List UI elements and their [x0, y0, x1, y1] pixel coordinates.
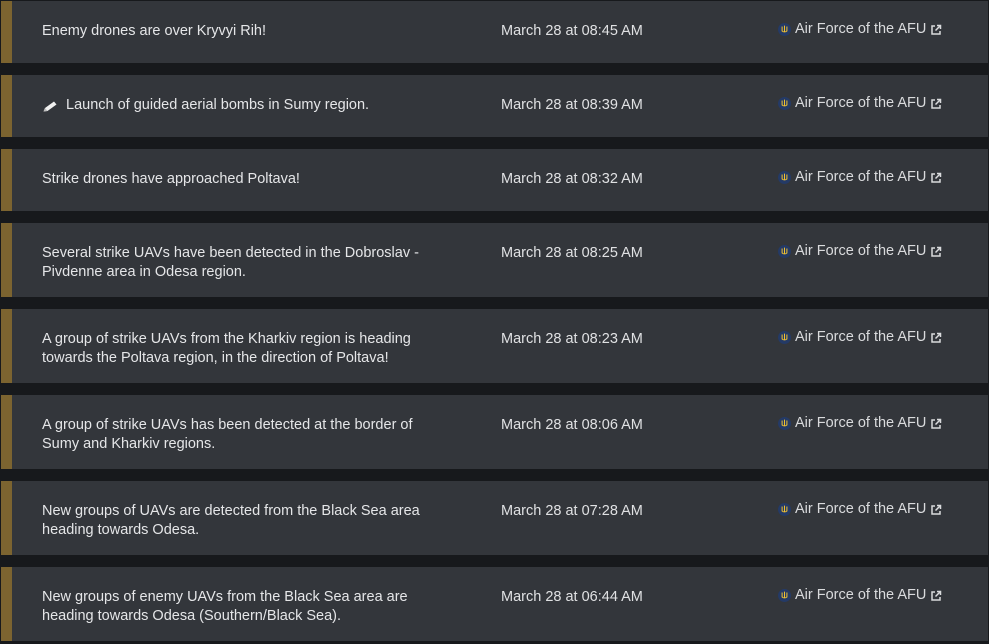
- external-link-icon: [931, 590, 942, 601]
- external-link-icon: [931, 98, 942, 109]
- alert-card: Several strike UAVs have been detected i…: [1, 223, 988, 297]
- alert-message: New groups of UAVs are detected from the…: [42, 502, 442, 540]
- source-label: Air Force of the AFU: [795, 329, 927, 345]
- ukraine-trident-icon: [778, 245, 791, 258]
- ukraine-trident-icon: [778, 97, 791, 110]
- alert-message: A group of strike UAVs has been detected…: [42, 416, 442, 454]
- external-link-icon: [931, 332, 942, 343]
- source-label: Air Force of the AFU: [795, 95, 927, 111]
- ukraine-trident-icon: [778, 171, 791, 184]
- alert-source-link[interactable]: Air Force of the AFU: [778, 414, 942, 433]
- external-link-icon: [931, 24, 942, 35]
- alert-time: March 28 at 08:06 AM: [501, 417, 643, 433]
- alert-card: New groups of UAVs are detected from the…: [1, 481, 988, 555]
- alert-card: A group of strike UAVs has been detected…: [1, 395, 988, 469]
- source-label: Air Force of the AFU: [795, 415, 927, 431]
- external-link-icon: [931, 504, 942, 515]
- source-label: Air Force of the AFU: [795, 21, 927, 37]
- alert-card: Strike drones have approached Poltava! M…: [1, 149, 988, 211]
- source-label: Air Force of the AFU: [795, 501, 927, 517]
- alert-time: March 28 at 06:44 AM: [501, 589, 643, 605]
- ukraine-trident-icon: [778, 23, 791, 36]
- alert-message: Strike drones have approached Poltava!: [42, 170, 442, 189]
- alert-message-text: New groups of enemy UAVs from the Black …: [42, 589, 408, 624]
- ukraine-trident-icon: [778, 589, 791, 602]
- alert-source-link[interactable]: Air Force of the AFU: [778, 168, 942, 187]
- external-link-icon: [931, 418, 942, 429]
- alert-card: New groups of enemy UAVs from the Black …: [1, 567, 988, 641]
- alert-message: Several strike UAVs have been detected i…: [42, 244, 442, 282]
- alert-message-text: Enemy drones are over Kryvyi Rih!: [42, 23, 267, 39]
- alert-time: March 28 at 08:32 AM: [501, 171, 643, 187]
- alert-time: March 28 at 08:39 AM: [501, 97, 643, 113]
- alert-source-link[interactable]: Air Force of the AFU: [778, 20, 942, 39]
- pencil-icon: [43, 101, 57, 112]
- source-label: Air Force of the AFU: [795, 169, 927, 185]
- source-label: Air Force of the AFU: [795, 243, 927, 259]
- alert-message: Launch of guided aerial bombs in Sumy re…: [42, 96, 442, 115]
- alert-time: March 28 at 07:28 AM: [501, 503, 643, 519]
- alert-message: A group of strike UAVs from the Kharkiv …: [42, 330, 442, 368]
- alert-source-link[interactable]: Air Force of the AFU: [778, 242, 942, 261]
- alert-message-text: A group of strike UAVs from the Kharkiv …: [42, 331, 411, 366]
- alert-time: March 28 at 08:23 AM: [501, 331, 643, 347]
- alert-card: Enemy drones are over Kryvyi Rih! March …: [1, 1, 988, 63]
- alert-message-text: Strike drones have approached Poltava!: [42, 171, 300, 187]
- alert-message-text: New groups of UAVs are detected from the…: [42, 503, 420, 538]
- source-label: Air Force of the AFU: [795, 587, 927, 603]
- alert-message-text: A group of strike UAVs has been detected…: [42, 417, 413, 452]
- alert-card: Launch of guided aerial bombs in Sumy re…: [1, 75, 988, 137]
- alert-source-link[interactable]: Air Force of the AFU: [778, 500, 942, 519]
- ukraine-trident-icon: [778, 503, 791, 516]
- external-link-icon: [931, 246, 942, 257]
- ukraine-trident-icon: [778, 331, 791, 344]
- alert-message-text: Several strike UAVs have been detected i…: [42, 245, 419, 280]
- alert-time: March 28 at 08:25 AM: [501, 245, 643, 261]
- alert-time: March 28 at 08:45 AM: [501, 23, 643, 39]
- ukraine-trident-icon: [778, 417, 791, 430]
- alert-message: Enemy drones are over Kryvyi Rih!: [42, 22, 442, 41]
- alert-source-link[interactable]: Air Force of the AFU: [778, 586, 942, 605]
- alert-source-link[interactable]: Air Force of the AFU: [778, 94, 942, 113]
- alerts-feed: Enemy drones are over Kryvyi Rih! March …: [0, 0, 989, 644]
- alert-message: New groups of enemy UAVs from the Black …: [42, 588, 442, 626]
- alert-source-link[interactable]: Air Force of the AFU: [778, 328, 942, 347]
- alert-message-text: Launch of guided aerial bombs in Sumy re…: [66, 97, 370, 113]
- external-link-icon: [931, 172, 942, 183]
- alert-card: A group of strike UAVs from the Kharkiv …: [1, 309, 988, 383]
